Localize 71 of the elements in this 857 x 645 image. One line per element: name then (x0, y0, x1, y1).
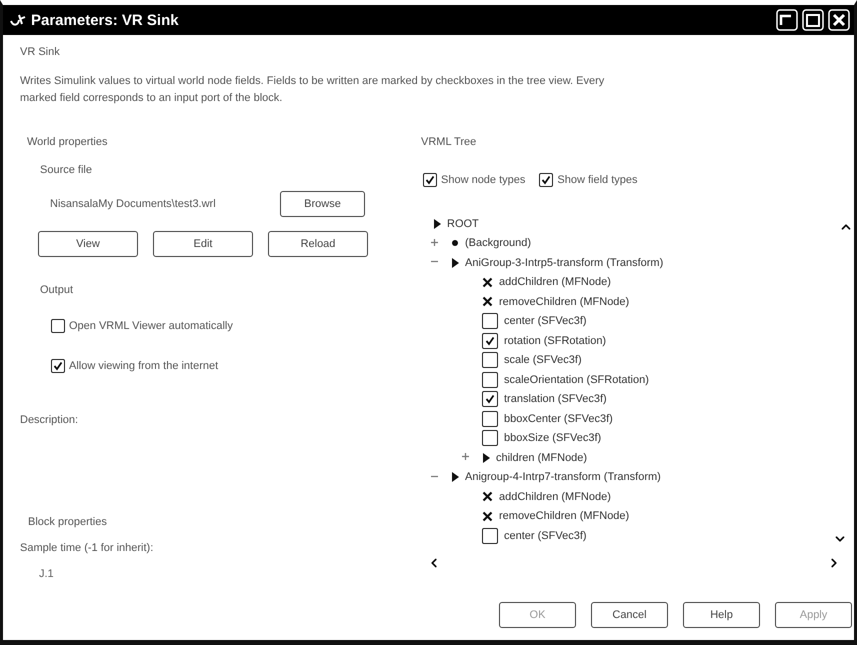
tree-checkbox[interactable] (482, 391, 498, 408)
maximize-icon[interactable] (802, 9, 824, 31)
tree-checkbox[interactable] (482, 410, 498, 427)
triangle-icon[interactable] (482, 452, 490, 463)
browse-button[interactable]: Browse (280, 191, 365, 217)
tree-item[interactable]: scale (SFVec3f) (504, 354, 582, 366)
checkbox-label: Allow viewing from the internet (69, 360, 218, 372)
checkbox[interactable] (51, 319, 65, 333)
checkbox[interactable] (539, 173, 554, 187)
block-name: VR Sink (19, 45, 61, 59)
dialog-button[interactable]: Help (683, 602, 760, 628)
tree-checkbox[interactable] (482, 352, 498, 368)
tree-item[interactable]: scaleOrientation (SFRotation) (504, 374, 649, 386)
tree-item[interactable]: bboxSize (SFVec3f) (504, 432, 602, 444)
cross-icon (482, 276, 493, 288)
file-path: NisansalaMy Documents\test3.wrl (50, 198, 217, 210)
close-icon[interactable] (828, 9, 850, 31)
block-description: Writes Simulink values to virtual world node fields. Fields to be written are marked by checkboxes in the tree view. Every marked field corresponds to an input port of the block. (20, 74, 606, 106)
restore-icon[interactable] (776, 9, 798, 31)
check-icon (485, 336, 495, 346)
tree-item[interactable]: center (SFVec3f) (504, 315, 587, 328)
tree-item[interactable]: rotation (SFRotation) (504, 334, 606, 347)
section-heading: World properties (27, 135, 108, 149)
tree-checkbox[interactable] (482, 372, 498, 388)
check-icon (485, 394, 495, 404)
checkbox[interactable] (423, 173, 437, 187)
check-icon (53, 361, 63, 371)
field-label: Sample time (-1 for inherit): (20, 541, 154, 555)
plus-icon[interactable] (431, 238, 438, 246)
input-field[interactable]: J.1 (39, 568, 119, 580)
tree-item[interactable]: (Background) (465, 237, 532, 250)
checkbox-label: Show node types (441, 174, 526, 186)
cross-icon (482, 491, 493, 502)
field-label: Source file (39, 163, 93, 177)
tree-item[interactable]: AniGroup-3-Intrp5-transform (Transform) (465, 256, 664, 269)
section-heading: Block properties (27, 515, 108, 529)
bullet-icon (451, 239, 459, 248)
tree-item[interactable]: Anigroup-4-Intrp7-transform (Transform) (465, 471, 661, 484)
triangle-icon[interactable] (433, 218, 441, 229)
tree-item[interactable]: removeChildren (MFNode) (499, 510, 630, 522)
cross-icon (482, 296, 493, 308)
action-button[interactable]: Edit (153, 231, 253, 257)
tree-item[interactable]: center (SFVec3f) (504, 530, 587, 542)
action-button[interactable]: View (38, 231, 138, 257)
tree-checkbox[interactable] (482, 528, 498, 544)
dialog-button[interactable]: Cancel (591, 602, 668, 628)
tree-item[interactable]: children (MFNode) (496, 452, 588, 464)
tree-checkbox[interactable] (482, 332, 498, 349)
tree-checkbox[interactable] (482, 313, 498, 330)
checkbox-label: Show field types (557, 174, 638, 186)
logo-icon (9, 12, 27, 28)
tree-item[interactable]: removeChildren (MFNode) (499, 296, 630, 308)
tree-item[interactable]: bboxCenter (SFVec3f) (504, 412, 613, 425)
tree-item[interactable]: addChildren (MFNode) (499, 276, 611, 288)
plus-icon[interactable] (462, 453, 469, 460)
triangle-icon[interactable] (451, 258, 459, 268)
checkbox-label: Open VRML Viewer automatically (69, 320, 233, 332)
tree-item[interactable]: translation (SFVec3f) (504, 393, 607, 406)
check-icon (425, 175, 435, 185)
section-heading: VRML Tree (421, 135, 478, 149)
check-icon (541, 175, 552, 185)
checkbox[interactable] (51, 359, 65, 373)
triangle-icon[interactable] (451, 472, 459, 482)
tree-item[interactable]: addChildren (MFNode) (499, 490, 611, 503)
cross-icon (482, 510, 493, 522)
action-button[interactable]: Reload (268, 231, 368, 257)
tree-checkbox[interactable] (482, 430, 498, 446)
field-label: Description: (20, 413, 80, 427)
window-title: Parameters: VR Sink (31, 12, 180, 28)
tree-item[interactable]: ROOT (447, 218, 479, 230)
section-heading: Output (39, 283, 74, 297)
